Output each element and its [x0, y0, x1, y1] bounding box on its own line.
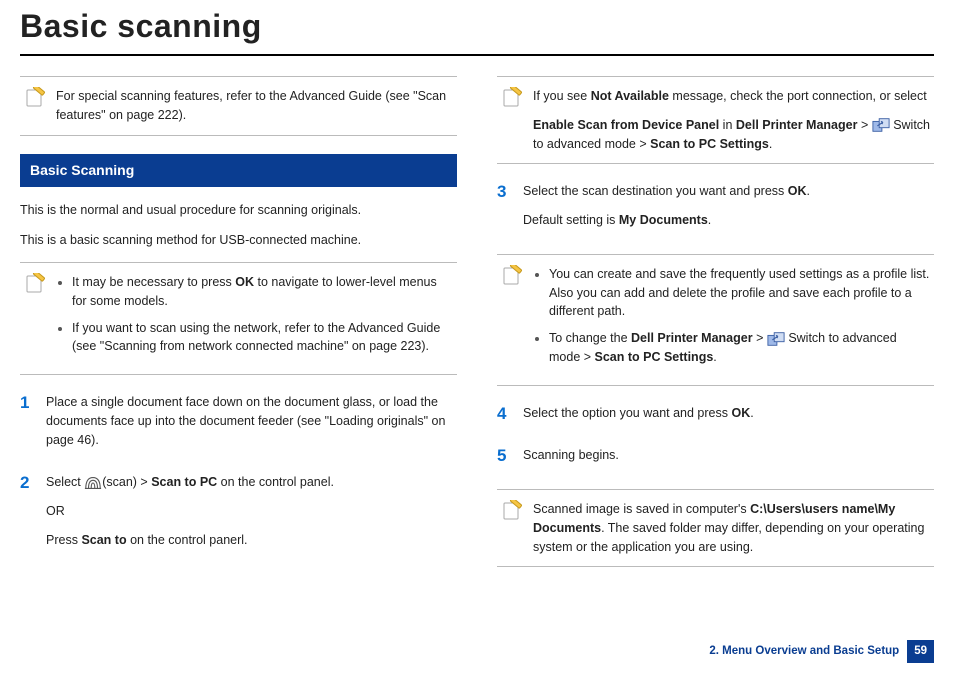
- note-usage: It may be necessary to press OK to navig…: [20, 262, 457, 375]
- scan-icon: [84, 475, 102, 491]
- note-list-item: To change the Dell Printer Manager > Swi…: [549, 329, 930, 367]
- footer-page-number: 59: [907, 640, 934, 663]
- step-5: 5 Scanning begins.: [497, 446, 934, 475]
- step-1: 1 Place a single document face down on t…: [20, 393, 457, 459]
- section-header-basic-scanning: Basic Scanning: [20, 154, 457, 187]
- note-icon: [24, 273, 46, 295]
- footer-chapter: 2. Menu Overview and Basic Setup: [709, 643, 899, 660]
- page-title: Basic scanning: [20, 2, 934, 50]
- switch-mode-icon: [767, 331, 785, 347]
- intro-paragraph-1: This is the normal and usual procedure f…: [20, 201, 457, 220]
- note-saved-location: Scanned image is saved in computer's C:\…: [497, 489, 934, 567]
- note-icon: [501, 87, 523, 109]
- note-special-features: For special scanning features, refer to …: [20, 76, 457, 136]
- note-icon: [501, 265, 523, 287]
- step-2: 2 Select (scan) > Scan to PC on the cont…: [20, 473, 457, 559]
- step-number: 3: [497, 182, 523, 202]
- note-icon: [24, 87, 46, 109]
- step-body: Select the option you want and press OK.: [523, 404, 934, 433]
- step-number: 4: [497, 404, 523, 424]
- step-4: 4 Select the option you want and press O…: [497, 404, 934, 433]
- step-body: Place a single document face down on the…: [46, 393, 457, 459]
- right-column: If you see Not Available message, check …: [497, 76, 934, 585]
- step-number: 1: [20, 393, 46, 413]
- note-icon: [501, 500, 523, 522]
- step-body: Select (scan) > Scan to PC on the contro…: [46, 473, 457, 559]
- note-not-available: If you see Not Available message, check …: [497, 76, 934, 164]
- left-column: For special scanning features, refer to …: [20, 76, 457, 585]
- intro-paragraph-2: This is a basic scanning method for USB-…: [20, 231, 457, 250]
- step-body: Scanning begins.: [523, 446, 934, 475]
- step-body: Select the scan destination you want and…: [523, 182, 934, 240]
- note-list-item: You can create and save the frequently u…: [549, 265, 930, 321]
- switch-mode-icon: [872, 117, 890, 133]
- step-3: 3 Select the scan destination you want a…: [497, 182, 934, 240]
- note-profile: You can create and save the frequently u…: [497, 254, 934, 386]
- page-title-bar: Basic scanning: [20, 0, 934, 56]
- step-number: 2: [20, 473, 46, 493]
- note-list-item: If you want to scan using the network, r…: [72, 319, 453, 357]
- page-footer: 2. Menu Overview and Basic Setup 59: [709, 640, 934, 663]
- note-list-item: It may be necessary to press OK to navig…: [72, 273, 453, 311]
- step-number: 5: [497, 446, 523, 466]
- note-text: For special scanning features, refer to …: [56, 89, 446, 122]
